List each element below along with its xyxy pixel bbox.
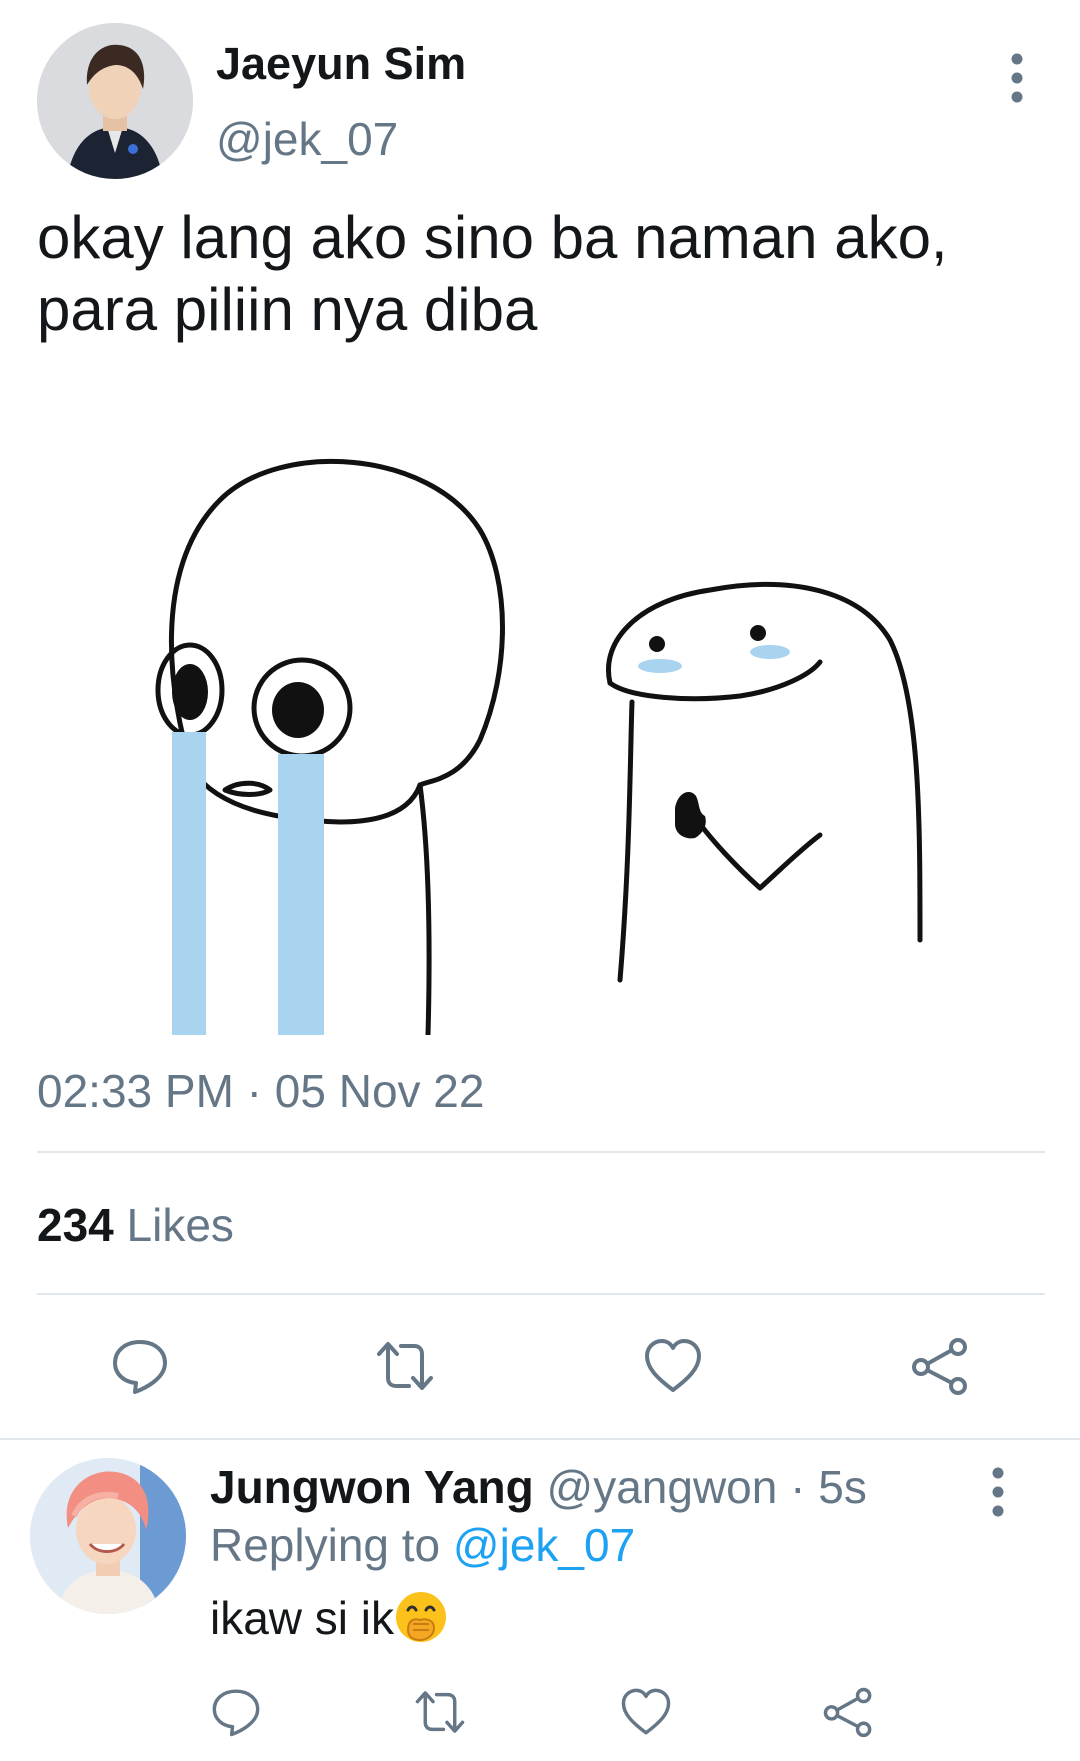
reply-separator: · (790, 1461, 806, 1513)
retweet-icon[interactable] (414, 1686, 466, 1738)
more-vertical-icon[interactable] (1002, 52, 1032, 104)
tweet-timestamp: 02:33 PM · 05 Nov 22 (37, 1065, 485, 1117)
author-avatar[interactable] (37, 23, 193, 179)
reply-author-name[interactable]: Jungwon Yang (210, 1461, 534, 1513)
crying-meme-drawing (155, 458, 923, 1038)
reply-author-avatar[interactable] (30, 1458, 186, 1614)
comment-icon[interactable] (110, 1336, 170, 1396)
retweet-icon[interactable] (375, 1336, 435, 1396)
reply-text-row: ikaw si ik (210, 1590, 448, 1645)
share-icon[interactable] (822, 1686, 874, 1738)
more-vertical-icon[interactable] (983, 1466, 1013, 1518)
likes-count: 234 (37, 1199, 114, 1251)
likes-stat[interactable]: 234 Likes (37, 1198, 234, 1252)
replying-to-label: Replying to (210, 1519, 441, 1571)
author-handle[interactable]: @jek_07 (216, 112, 398, 166)
reply-text: ikaw si ik (210, 1592, 395, 1644)
heart-icon[interactable] (643, 1336, 703, 1396)
divider (0, 1438, 1080, 1440)
reply-author-handle[interactable]: @yangwon (547, 1461, 778, 1513)
reply-time: 5s (818, 1461, 867, 1513)
tweet-text: okay lang ako sino ba naman ako, para pi… (37, 204, 948, 343)
face-with-hand-over-mouth-emoji (394, 1590, 448, 1644)
divider (37, 1151, 1045, 1153)
author-name[interactable]: Jaeyun Sim (216, 38, 466, 90)
comment-icon[interactable] (210, 1686, 262, 1738)
tweet-image[interactable] (130, 440, 1030, 1038)
reply-avatar-image (30, 1458, 186, 1614)
heart-icon[interactable] (620, 1686, 672, 1738)
replying-to: Replying to @jek_07 (210, 1518, 635, 1572)
divider (37, 1293, 1045, 1295)
author-avatar-image (37, 23, 193, 179)
reply-header: Jungwon Yang @yangwon · 5s (210, 1460, 867, 1514)
share-icon[interactable] (910, 1336, 970, 1396)
likes-label: Likes (126, 1199, 234, 1251)
replying-to-handle[interactable]: @jek_07 (453, 1519, 635, 1571)
